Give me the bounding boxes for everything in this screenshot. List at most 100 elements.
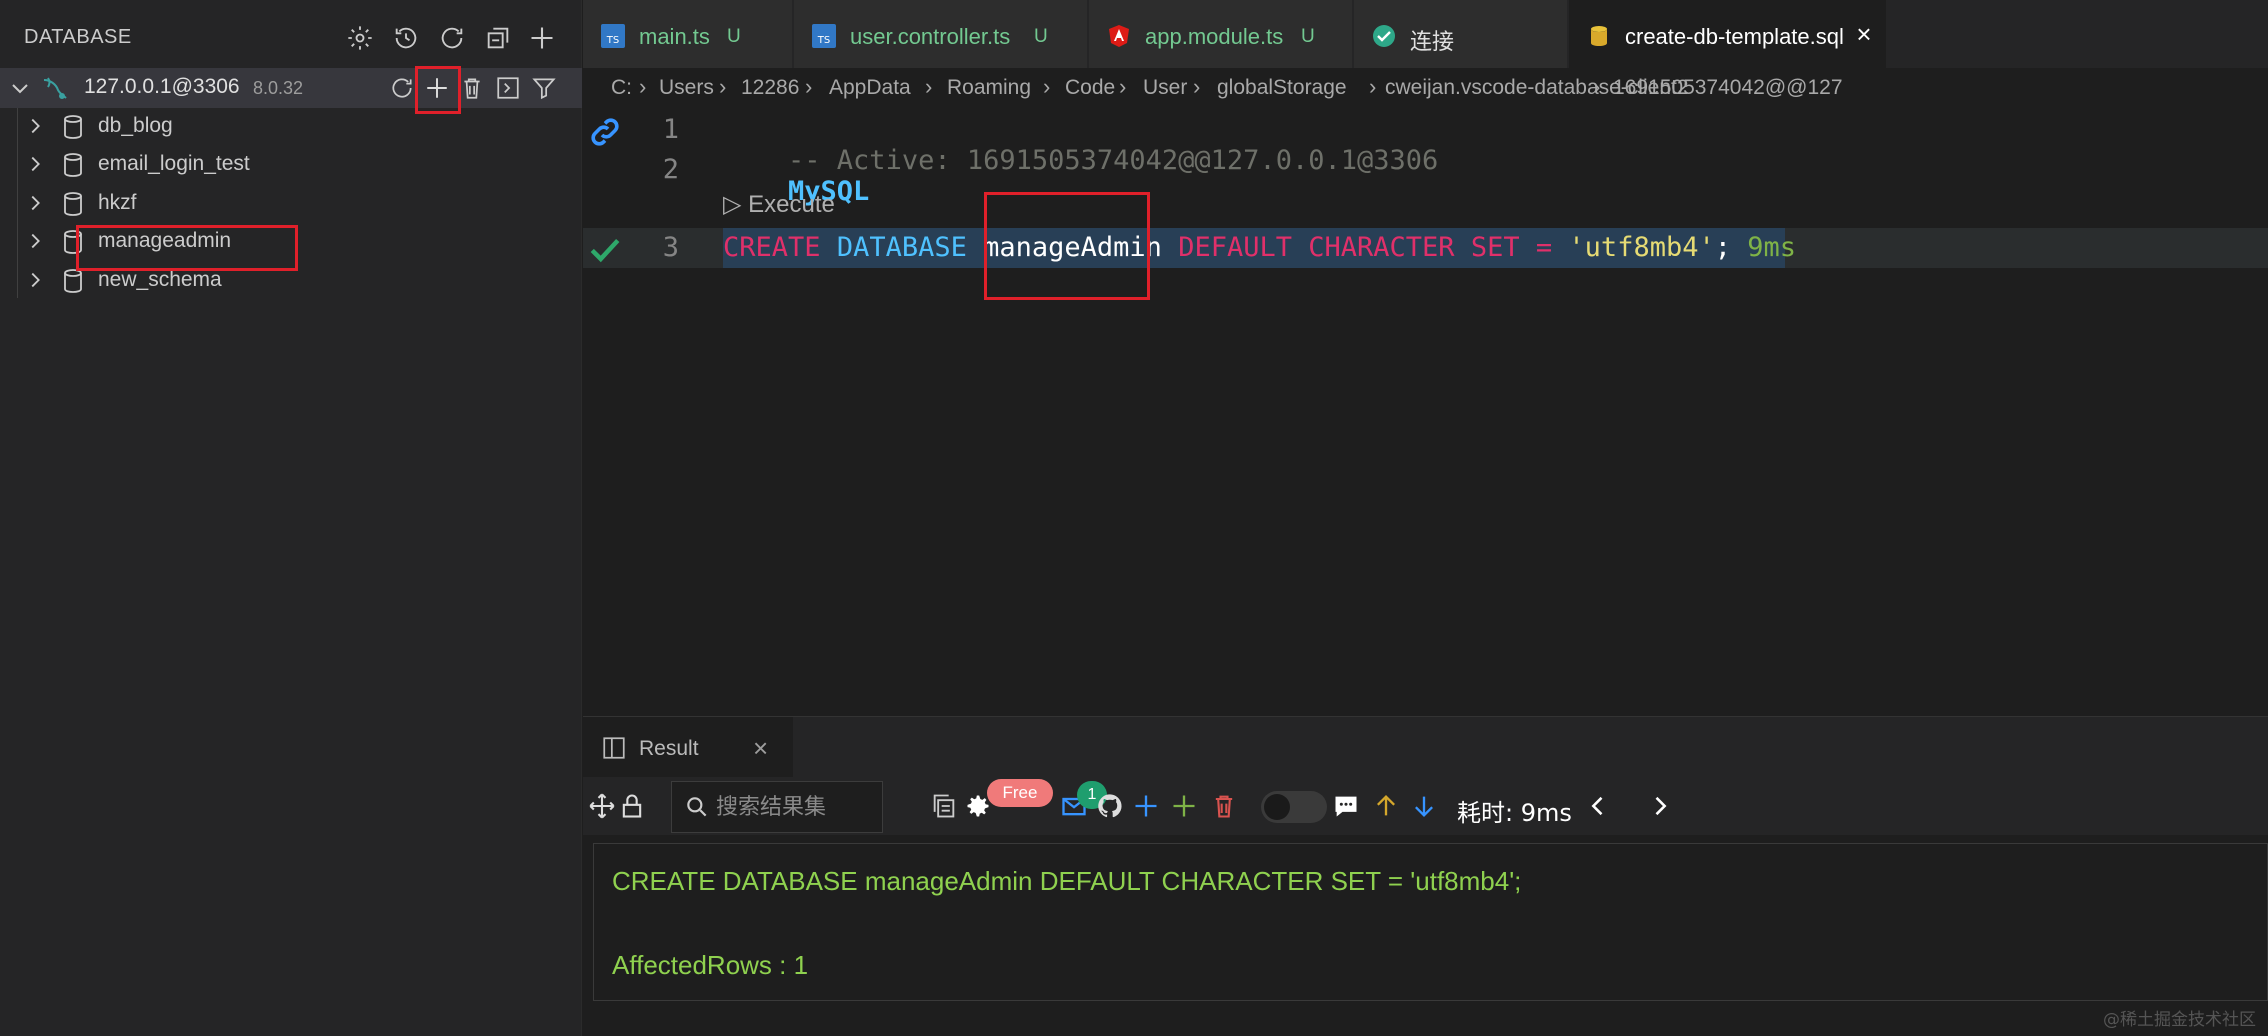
breadcrumb-item[interactable]: globalStorage: [1217, 76, 1347, 100]
typescript-icon: TS: [812, 24, 836, 48]
github-icon[interactable]: [1095, 791, 1125, 821]
result-search-field[interactable]: [671, 781, 883, 833]
database-item[interactable]: new_schema: [0, 262, 582, 300]
sidebar-title: DATABASE: [24, 26, 132, 48]
delete-icon[interactable]: [456, 72, 488, 104]
close-icon[interactable]: ×: [753, 733, 768, 764]
breadcrumb-item[interactable]: User: [1143, 76, 1187, 100]
code-line-1: -- Active: 1691505374042@@127.0.0.1@3306…: [723, 114, 1438, 238]
chevron-right-icon: ›: [1593, 74, 1601, 99]
database-icon: [64, 115, 82, 139]
svg-text:TS: TS: [606, 35, 619, 46]
arrow-down-icon[interactable]: [1409, 791, 1439, 821]
tab-result[interactable]: Result ×: [583, 717, 793, 777]
sql-string: 'utf8mb4': [1568, 232, 1715, 263]
sql-comment: -- Active: 1691505374042@@127.0.0.1@3306: [788, 145, 1439, 176]
sql-editor[interactable]: 1 2 3 -- Active: 1691505374042@@127.0.0.…: [583, 110, 2268, 716]
close-icon[interactable]: ×: [1851, 21, 1877, 48]
add-icon[interactable]: [1169, 791, 1199, 821]
database-label: manageadmin: [98, 229, 232, 252]
chevron-right-icon[interactable]: [24, 230, 46, 252]
filter-icon[interactable]: [528, 72, 560, 104]
breadcrumb-item[interactable]: AppData: [829, 76, 911, 100]
database-item[interactable]: db_blog: [0, 108, 582, 146]
database-icon: [64, 230, 82, 254]
chevron-right-icon[interactable]: [1645, 791, 1675, 821]
copy-icon[interactable]: [929, 791, 959, 821]
breadcrumb-item[interactable]: 1691505374042@@127: [1613, 76, 1843, 100]
link-icon[interactable]: [587, 114, 623, 150]
watermark: @稀土掘金技术社区: [2103, 1010, 2256, 1030]
toggle-switch[interactable]: [1261, 791, 1327, 823]
tab-user-controller[interactable]: TS user.controller.ts U: [794, 0, 1088, 68]
move-icon[interactable]: [587, 791, 617, 821]
editor-tab-bar: TS main.ts U TS user.controller.ts U app…: [583, 0, 2268, 68]
elapsed-time: 耗时: 9ms: [1457, 799, 1572, 827]
result-toolbar: Free 1 耗时: 9ms: [583, 777, 2268, 835]
add-icon[interactable]: [526, 22, 558, 54]
tab-badge: U: [1301, 26, 1315, 47]
database-item[interactable]: hkzf: [0, 185, 582, 223]
add-icon[interactable]: [421, 72, 453, 104]
gear-icon[interactable]: [344, 22, 376, 54]
connection-row[interactable]: 127.0.0.1@3306 8.0.32: [0, 68, 582, 108]
breadcrumb-item[interactable]: C:: [611, 76, 632, 100]
result-sql: CREATE DATABASE manageAdmin DEFAULT CHAR…: [612, 866, 1522, 896]
free-badge: Free: [987, 779, 1053, 807]
collapse-all-icon[interactable]: [482, 22, 514, 54]
sidebar-header: DATABASE: [0, 0, 582, 75]
arrow-up-icon[interactable]: [1371, 791, 1401, 821]
chevron-right-icon[interactable]: [24, 153, 46, 175]
chevron-right-icon: ›: [925, 74, 933, 99]
chevron-right-icon: ›: [1193, 74, 1201, 99]
panel-layout-icon: [603, 737, 625, 759]
code-line-3: CREATE DATABASE manageAdmin DEFAULT CHAR…: [723, 232, 1796, 263]
refresh-icon[interactable]: [386, 72, 418, 104]
result-panel: Result × Free 1: [583, 716, 2268, 1036]
sql-semicolon: ;: [1714, 232, 1731, 263]
tab-badge: U: [727, 26, 741, 47]
tab-create-db-template[interactable]: create-db-template.sql ×: [1569, 0, 1887, 68]
lock-icon[interactable]: [617, 791, 647, 821]
execute-codelens[interactable]: ▷ Execute: [723, 190, 835, 219]
line-number: 2: [662, 154, 679, 185]
add-row-icon[interactable]: [1131, 791, 1161, 821]
tab-label: app.module.ts: [1145, 24, 1284, 49]
chevron-right-icon: ›: [719, 74, 727, 99]
breadcrumb-item[interactable]: Users: [659, 76, 714, 100]
sql-keyword: CREATE: [723, 232, 821, 263]
chevron-down-icon[interactable]: [8, 76, 32, 100]
search-icon: [687, 797, 707, 817]
typescript-icon: TS: [601, 24, 625, 48]
database-item[interactable]: email_login_test: [0, 146, 582, 184]
history-icon[interactable]: [390, 22, 422, 54]
comment-icon[interactable]: [1331, 791, 1361, 821]
sql-keyword: DATABASE: [836, 232, 967, 263]
line-number: 3: [662, 232, 679, 263]
tab-connection[interactable]: 连接: [1354, 0, 1568, 68]
tab-badge: U: [1034, 26, 1048, 47]
chevron-right-icon: ›: [639, 74, 647, 99]
chevron-right-icon[interactable]: [24, 115, 46, 137]
result-output: CREATE DATABASE manageAdmin DEFAULT CHAR…: [593, 843, 2268, 1001]
refresh-icon[interactable]: [436, 22, 468, 54]
chevron-right-icon[interactable]: [24, 269, 46, 291]
database-item[interactable]: manageadmin: [0, 223, 582, 261]
connection-version: 8.0.32: [253, 78, 304, 98]
chevron-right-icon[interactable]: [24, 192, 46, 214]
breadcrumb-item[interactable]: Code: [1065, 76, 1115, 100]
sql-operator: =: [1535, 232, 1553, 263]
svg-text:TS: TS: [817, 35, 830, 46]
breadcrumb-item[interactable]: Roaming: [947, 76, 1031, 100]
tab-app-module[interactable]: app.module.ts U: [1089, 0, 1353, 68]
affected-rows: AffectedRows : 1: [612, 950, 809, 980]
connection-name: 127.0.0.1@3306: [84, 75, 240, 98]
terminal-icon[interactable]: [492, 72, 524, 104]
breadcrumb-item[interactable]: 12286: [741, 76, 799, 100]
chevron-left-icon[interactable]: [1583, 791, 1613, 821]
tab-main-ts[interactable]: TS main.ts U: [583, 0, 793, 68]
search-input[interactable]: [716, 792, 876, 822]
database-sidebar: DATABASE 127.0.0.1@3306 8.0.32 db_blog e…: [0, 0, 582, 1036]
mysql-dolphin-icon: [43, 77, 67, 99]
delete-icon[interactable]: [1209, 791, 1239, 821]
